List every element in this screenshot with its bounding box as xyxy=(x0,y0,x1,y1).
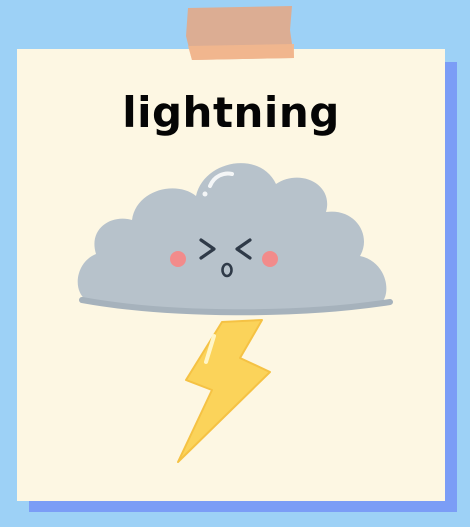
lightning-bolt-icon xyxy=(177,319,271,463)
storm-cloud-illustration xyxy=(77,163,393,463)
left-cheek xyxy=(170,251,186,267)
cloud-icon xyxy=(77,163,393,316)
right-cheek xyxy=(262,251,278,267)
